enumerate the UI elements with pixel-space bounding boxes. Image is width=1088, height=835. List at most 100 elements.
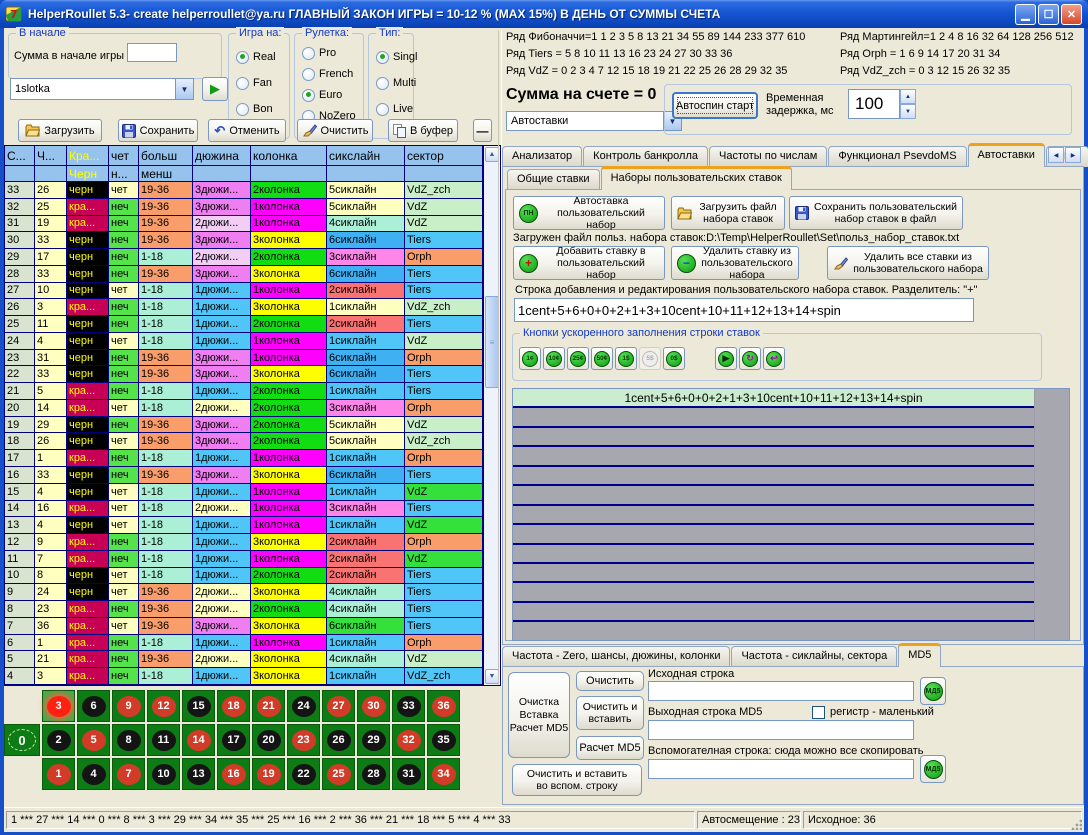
radio-live[interactable]: Live: [376, 100, 413, 118]
action-button-btnrow2-2[interactable]: −Удалить ставку изпользовательского набо…: [671, 246, 799, 280]
bets-list-row[interactable]: [513, 506, 1034, 525]
roulette-cell-14[interactable]: 14: [182, 724, 215, 756]
table-row[interactable]: 129кра...неч1-181дюжи...3колонка2сиклайн…: [5, 534, 483, 551]
roulette-cell-22[interactable]: 22: [287, 758, 320, 790]
tab-3[interactable]: Частоты по числам: [709, 146, 827, 167]
scroll-up-icon[interactable]: ▲: [485, 147, 499, 162]
roulette-cell-0[interactable]: 0: [4, 724, 40, 756]
roulette-cell-15[interactable]: 15: [182, 690, 215, 722]
roulette-cell-27[interactable]: 27: [322, 690, 355, 722]
save-button[interactable]: Сохранить: [118, 119, 198, 142]
roulette-cell-20[interactable]: 20: [252, 724, 285, 756]
table-row[interactable]: 2511черннеч1-181дюжи...2колонка2сиклайнT…: [5, 316, 483, 333]
roulette-cell-31[interactable]: 31: [392, 758, 425, 790]
table-row[interactable]: 521кра...неч19-362дюжи...3колонка4сиклай…: [5, 651, 483, 668]
table-row[interactable]: 2833черннеч19-363дюжи...3колонка6сиклайн…: [5, 266, 483, 283]
action-button-btnrow2-1[interactable]: +Добавить ставку впользовательский набор: [513, 246, 665, 280]
roulette-cell-23[interactable]: 23: [287, 724, 320, 756]
roulette-cell-36[interactable]: 36: [427, 690, 460, 722]
roulette-cell-17[interactable]: 17: [217, 724, 250, 756]
roulette-cell-7[interactable]: 7: [112, 758, 145, 790]
table-row[interactable]: 244чернчет1-181дюжи...1колонка1сиклайнVd…: [5, 333, 483, 350]
roulette-cell-16[interactable]: 16: [217, 758, 250, 790]
start-play-button[interactable]: ▶: [202, 77, 228, 101]
radio-euro[interactable]: Euro: [302, 86, 342, 104]
start-sum-input[interactable]: [127, 43, 177, 62]
roulette-cell-6[interactable]: 6: [77, 690, 110, 722]
tab-4[interactable]: Функционал PsevdoMS: [828, 146, 966, 167]
md5-source-input[interactable]: [648, 681, 914, 701]
bets-list-row[interactable]: [513, 622, 1034, 641]
roulette-cell-5[interactable]: 5: [77, 724, 110, 756]
table-row[interactable]: 1826чернчет19-363дюжи...2колонка5сиклайн…: [5, 433, 483, 450]
roulette-cell-19[interactable]: 19: [252, 758, 285, 790]
bets-list-row[interactable]: [513, 583, 1034, 602]
radio-bon[interactable]: Bon: [236, 100, 273, 118]
resize-grip[interactable]: [1070, 818, 1082, 830]
tab-5[interactable]: Автоставки: [968, 143, 1045, 167]
table-row[interactable]: 43кра...неч1-181дюжи...3колонка1сиклайнV…: [5, 668, 483, 685]
spin-up-icon[interactable]: ▲: [900, 89, 916, 104]
subtab-2[interactable]: Наборы пользовательских ставок: [601, 166, 792, 190]
table-row[interactable]: 117кра...неч1-181дюжи...1колонка2сиклайн…: [5, 551, 483, 568]
delay-spinbox[interactable]: 100: [848, 89, 900, 119]
md5-aux-input[interactable]: [648, 759, 914, 779]
radio-singl[interactable]: Singl: [376, 48, 417, 66]
quick-10cent-button[interactable]: 10¢: [543, 347, 565, 370]
radio-french[interactable]: French: [302, 65, 353, 83]
minimize-button[interactable]: ▁: [1015, 4, 1036, 25]
bets-list-row[interactable]: [513, 467, 1034, 486]
radio-pro[interactable]: Pro: [302, 44, 336, 62]
table-row[interactable]: 2233черннеч19-363дюжи...3колонка6сиклайн…: [5, 366, 483, 383]
bets-list-row[interactable]: [513, 603, 1034, 622]
close-button[interactable]: ✕: [1061, 4, 1082, 25]
roulette-cell-18[interactable]: 18: [217, 690, 250, 722]
table-row[interactable]: 108чернчет1-181дюжи...2колонка2сиклайнTi…: [5, 568, 483, 585]
tabs-scroll-left-icon[interactable]: ◀: [1048, 147, 1064, 163]
roulette-cell-12[interactable]: 12: [147, 690, 180, 722]
bets-list-row[interactable]: [513, 564, 1034, 583]
roulette-cell-32[interactable]: 32: [392, 724, 425, 756]
roulette-cell-33[interactable]: 33: [392, 690, 425, 722]
chevron-down-icon[interactable]: ▼: [175, 79, 193, 99]
quick-respin-button[interactable]: ↻: [739, 347, 761, 370]
action-button-btnrow2-3[interactable]: Удалить все ставки изпользовательского н…: [827, 246, 989, 280]
bets-list-row[interactable]: [513, 447, 1034, 466]
autobets-combo[interactable]: Автоставки ▼: [506, 111, 682, 131]
bets-list-row[interactable]: [513, 545, 1034, 564]
table-row[interactable]: 2710чернчет1-181дюжи...1колонка2сиклайнT…: [5, 283, 483, 300]
undo-button[interactable]: ↶Отменить: [208, 119, 286, 142]
table-row[interactable]: 3225кра...неч19-363дюжи...1колонка5сикла…: [5, 199, 483, 216]
roulette-cell-35[interactable]: 35: [427, 724, 460, 756]
roulette-cell-11[interactable]: 11: [147, 724, 180, 756]
bets-list-row[interactable]: [513, 525, 1034, 544]
roulette-cell-30[interactable]: 30: [357, 690, 390, 722]
table-row[interactable]: 2014кра...чет1-182дюжи...2колонка3сиклай…: [5, 400, 483, 417]
roulette-cell-2[interactable]: 2: [42, 724, 75, 756]
table-row[interactable]: 61кра...неч1-181дюжи...1колонка1сиклайнO…: [5, 635, 483, 652]
table-row[interactable]: 3119кра...неч19-362дюжи...1колонка4сикла…: [5, 216, 483, 233]
roulette-cell-1[interactable]: 1: [42, 758, 75, 790]
table-row[interactable]: 134чернчет1-181дюжи...1колонка1сиклайнVd…: [5, 517, 483, 534]
roulette-cell-26[interactable]: 26: [322, 724, 355, 756]
quick-1cent-button[interactable]: 1¢: [519, 347, 541, 370]
autospin-start-button[interactable]: Автоспин старт: [672, 92, 758, 119]
roulette-cell-13[interactable]: 13: [182, 758, 215, 790]
roulette-cell-28[interactable]: 28: [357, 758, 390, 790]
radio-real[interactable]: Real: [236, 48, 276, 66]
slot-combo[interactable]: 1slotka ▼: [10, 78, 194, 100]
tab-1[interactable]: Анализатор: [502, 146, 582, 167]
table-row[interactable]: 823кра...неч19-362дюжи...2колонка4сиклай…: [5, 601, 483, 618]
spin-down-icon[interactable]: ▼: [900, 104, 916, 119]
roulette-cell-4[interactable]: 4: [77, 758, 110, 790]
scroll-thumb[interactable]: ≡: [485, 296, 499, 388]
roulette-cell-34[interactable]: 34: [427, 758, 460, 790]
md5-run-source-button[interactable]: МД5: [920, 677, 946, 705]
roulette-cell-10[interactable]: 10: [147, 758, 180, 790]
table-row[interactable]: 3326чернчет19-363дюжи...2колонка5сиклайн…: [5, 182, 483, 199]
table-row[interactable]: 171кра...неч1-181дюжи...1колонка1сиклайн…: [5, 450, 483, 467]
table-row[interactable]: 736кра...чет19-363дюжи...3колонка6сиклай…: [5, 618, 483, 635]
roulette-cell-25[interactable]: 25: [322, 758, 355, 790]
md5-calc-button[interactable]: Расчет MD5: [576, 736, 644, 760]
action-button-btnrow1-3[interactable]: Сохранить пользовательскийнабор ставок в…: [789, 196, 963, 230]
